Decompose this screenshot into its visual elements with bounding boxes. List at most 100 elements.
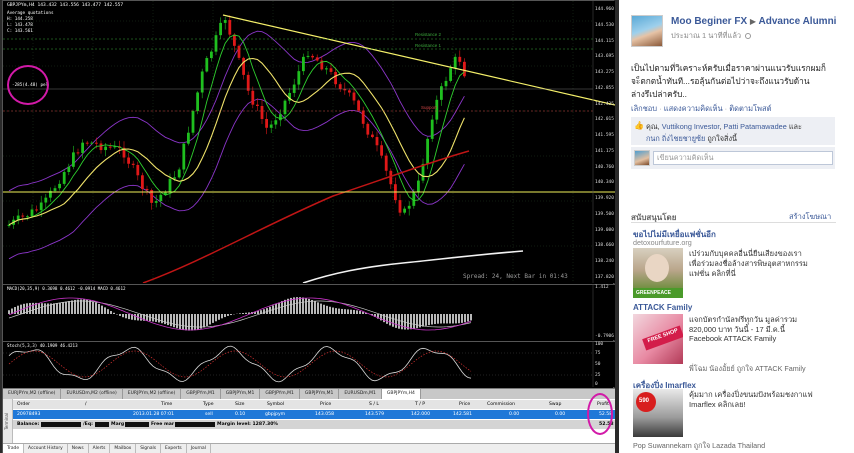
- macd-bar: [323, 304, 325, 314]
- col-commission[interactable]: Commission: [487, 402, 515, 407]
- macd-bar: [350, 309, 352, 314]
- liker-3[interactable]: กนก ถิ่งไชยชายูซ้ย: [646, 134, 705, 143]
- order-id: 20978493: [17, 412, 41, 417]
- tab-journal[interactable]: Journal: [187, 444, 211, 453]
- symbol-tab[interactable]: EURUSDm,M1: [339, 389, 382, 399]
- ad1-image[interactable]: GREENPEACE: [633, 248, 683, 298]
- macd-panel[interactable]: [3, 284, 615, 340]
- macd-scale-bottom: -0.7906: [595, 334, 614, 339]
- symbol-tab[interactable]: EURJPYm,M2 (offline): [123, 389, 182, 399]
- ad2-image[interactable]: FREE SHOP: [633, 314, 683, 364]
- order-open-price: 143.058: [315, 412, 334, 417]
- col-time[interactable]: Time: [161, 402, 172, 407]
- col-size[interactable]: Size: [235, 402, 244, 407]
- balance-label: Balance:: [17, 422, 40, 427]
- order-row[interactable]: 20978493 2013.01.28 07:01 sell 0.10 gbpj…: [13, 410, 615, 419]
- unlike-link[interactable]: เลิกชอบ: [631, 104, 657, 113]
- poster-avatar[interactable]: [631, 15, 663, 47]
- comment-link[interactable]: แสดงความคิดเห็น: [664, 104, 723, 113]
- col-sl[interactable]: S / L: [369, 402, 379, 407]
- price-axis-label: 139.500: [595, 211, 614, 217]
- macd-bar: [338, 308, 340, 314]
- stoch-scale-50: 50: [595, 362, 601, 367]
- col-symbol[interactable]: Symbol: [267, 402, 284, 407]
- price-axis-label: 144.115: [595, 38, 614, 44]
- price-axis-label: 139.920: [595, 196, 614, 202]
- symbol-tab[interactable]: GBPJPYm,M1: [221, 389, 261, 399]
- commenter-avatar: [634, 150, 650, 166]
- tab-experts[interactable]: Experts: [161, 444, 187, 453]
- macd-bar: [467, 314, 469, 322]
- col-cur-price[interactable]: Price: [459, 402, 470, 407]
- post-timestamp[interactable]: ประมาณ 1 นาทีที่แล้ว: [671, 31, 741, 40]
- unfollow-link[interactable]: ติดตามโพสต์: [729, 104, 771, 113]
- macd-bar: [146, 314, 148, 321]
- likes-prefix: คุณ,: [646, 122, 660, 131]
- macd-bar: [188, 314, 190, 331]
- symbol-tab[interactable]: EURJPYm,M2 (offline): [3, 389, 62, 399]
- price-chart[interactable]: Resistance 2 Resistance 1 Support: [3, 1, 615, 283]
- macd-bar: [227, 314, 229, 316]
- macd-bar: [185, 314, 187, 331]
- symbol-tab[interactable]: GBPJPYm,M1: [181, 389, 221, 399]
- symbol-tab[interactable]: GBPJPYm,M1: [260, 389, 300, 399]
- col-order[interactable]: Order: [17, 402, 30, 407]
- price-axis-label: 144.960: [595, 7, 614, 12]
- tab-mailbox[interactable]: Mailbox: [110, 444, 137, 453]
- group-name[interactable]: Advance Alumni: [758, 16, 836, 27]
- col-type[interactable]: Type: [203, 402, 214, 407]
- col-sort[interactable]: /: [85, 402, 87, 407]
- macd-bar: [422, 314, 424, 327]
- stochastic-panel[interactable]: [3, 341, 615, 387]
- tab-news[interactable]: News: [68, 444, 89, 453]
- col-tp[interactable]: T / P: [415, 402, 425, 407]
- liker-1[interactable]: Vuttikong Investor: [662, 122, 720, 131]
- tab-account-history[interactable]: Account History: [24, 444, 68, 453]
- price-axis-label: 142.015: [595, 117, 614, 123]
- stoch-scale-25: 25: [595, 373, 601, 378]
- macd-bar: [56, 303, 58, 314]
- symbol-tab[interactable]: GBPJPYm,M1: [300, 389, 340, 399]
- macd-bar: [302, 297, 304, 314]
- tab-signals[interactable]: Signals: [136, 444, 162, 453]
- macd-bar: [461, 314, 463, 323]
- redacted-equity: [95, 422, 109, 427]
- macd-bar: [326, 305, 328, 314]
- macd-bar: [128, 314, 130, 320]
- macd-bar: [44, 303, 46, 314]
- thumbs-up-icon: 👍: [634, 121, 644, 130]
- post-timestamp-row: ประมาณ 1 นาทีที่แล้ว: [671, 30, 752, 42]
- macd-bar: [206, 314, 208, 326]
- poster-name[interactable]: Moo Beginer FX: [671, 16, 747, 27]
- symbol-tab[interactable]: EURUSDm,M2 (offline): [61, 389, 123, 399]
- macd-bar: [182, 314, 184, 330]
- macd-bar: [41, 303, 43, 314]
- order-type: sell: [205, 412, 213, 417]
- ad2-title[interactable]: ATTACK Family: [633, 303, 692, 312]
- symbol-tab-active[interactable]: GBPJPYm,H4: [381, 389, 421, 399]
- equity-label: /Eq:: [83, 422, 93, 427]
- order-symbol: gbpjpym: [265, 412, 286, 417]
- macd-bar: [32, 302, 34, 314]
- ad3-image[interactable]: 590: [633, 389, 683, 437]
- macd-bar: [431, 314, 433, 325]
- col-price[interactable]: Price: [320, 402, 331, 407]
- macd-bar: [113, 312, 115, 314]
- macd-bar: [107, 309, 109, 314]
- macd-bar: [161, 314, 163, 324]
- ad2-body-3: Facebook ATTACK Family: [689, 334, 777, 343]
- chart-symbol: GBPJPYm,H4: [7, 3, 35, 8]
- price-axis-label: 139.080: [595, 227, 614, 233]
- liker-2[interactable]: Patti Patamawadee: [724, 122, 787, 131]
- macd-bar: [347, 309, 349, 314]
- macd-bar: [335, 308, 337, 314]
- tab-trade[interactable]: Trade: [3, 444, 25, 453]
- tab-alerts[interactable]: Alerts: [89, 444, 111, 453]
- macd-bar: [74, 299, 76, 314]
- bullish-candle: [205, 56, 209, 73]
- macd-bar: [92, 301, 94, 314]
- macd-bar: [230, 314, 232, 316]
- macd-bar: [434, 314, 436, 325]
- col-swap[interactable]: Swap: [549, 402, 561, 407]
- macd-bar: [119, 314, 121, 316]
